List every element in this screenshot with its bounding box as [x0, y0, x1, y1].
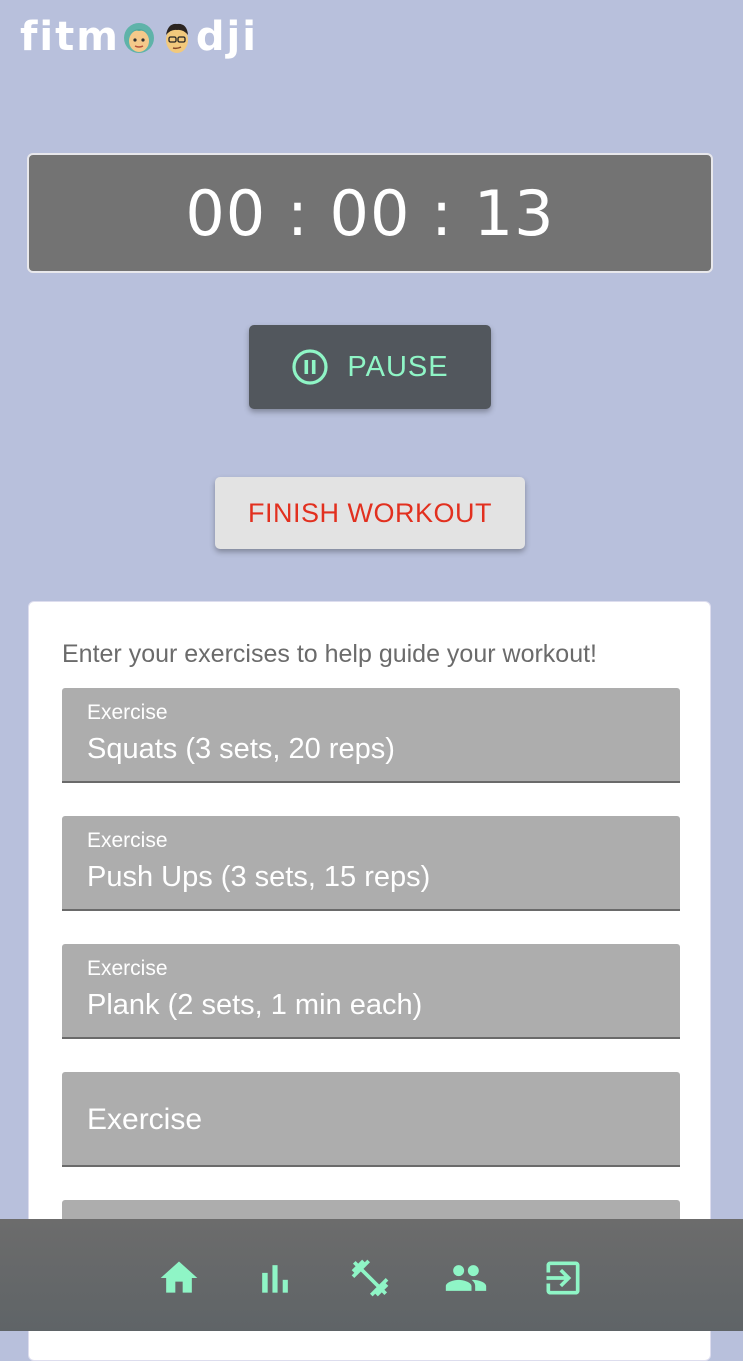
male-avatar-icon: [159, 19, 195, 55]
logo-text-left: fitm: [20, 14, 120, 60]
finish-workout-button[interactable]: FINISH WORKOUT: [215, 477, 525, 549]
pause-button[interactable]: PAUSE: [249, 325, 491, 409]
exercise-intro-text: Enter your exercises to help guide your …: [62, 640, 597, 668]
workout-timer: 00 : 00 : 13: [27, 153, 713, 273]
exercise-field-value: Squats (3 sets, 20 reps): [87, 733, 395, 765]
people-icon[interactable]: [444, 1256, 488, 1300]
exercise-field-label: Exercise: [87, 701, 168, 724]
exercise-field-4[interactable]: Exercise: [62, 1072, 680, 1167]
finish-workout-label: FINISH WORKOUT: [248, 497, 492, 528]
app-logo: fitm dji: [20, 12, 258, 62]
exercise-field-label: Exercise: [87, 829, 168, 852]
dumbbell-icon[interactable]: [348, 1256, 392, 1300]
exercise-field-placeholder: Exercise: [87, 1103, 203, 1136]
exercise-field-label: Exercise: [87, 957, 168, 980]
bar-chart-icon[interactable]: [253, 1256, 297, 1300]
pause-label: PAUSE: [347, 350, 449, 383]
pause-circle-icon: [292, 349, 329, 385]
female-avatar-icon: [121, 19, 157, 55]
exercise-field-3[interactable]: Exercise Plank (2 sets, 1 min each): [62, 944, 680, 1039]
exercise-field-value: Push Ups (3 sets, 15 reps): [87, 861, 431, 893]
exercise-field-value: Plank (2 sets, 1 min each): [87, 989, 423, 1021]
exit-icon[interactable]: [541, 1256, 585, 1300]
exercise-field-1[interactable]: Exercise Squats (3 sets, 20 reps): [62, 688, 680, 783]
home-icon[interactable]: [157, 1256, 201, 1300]
exercise-field-2[interactable]: Exercise Push Ups (3 sets, 15 reps): [62, 816, 680, 911]
timer-display: 00 : 00 : 13: [185, 176, 555, 250]
logo-text-right: dji: [195, 14, 258, 60]
